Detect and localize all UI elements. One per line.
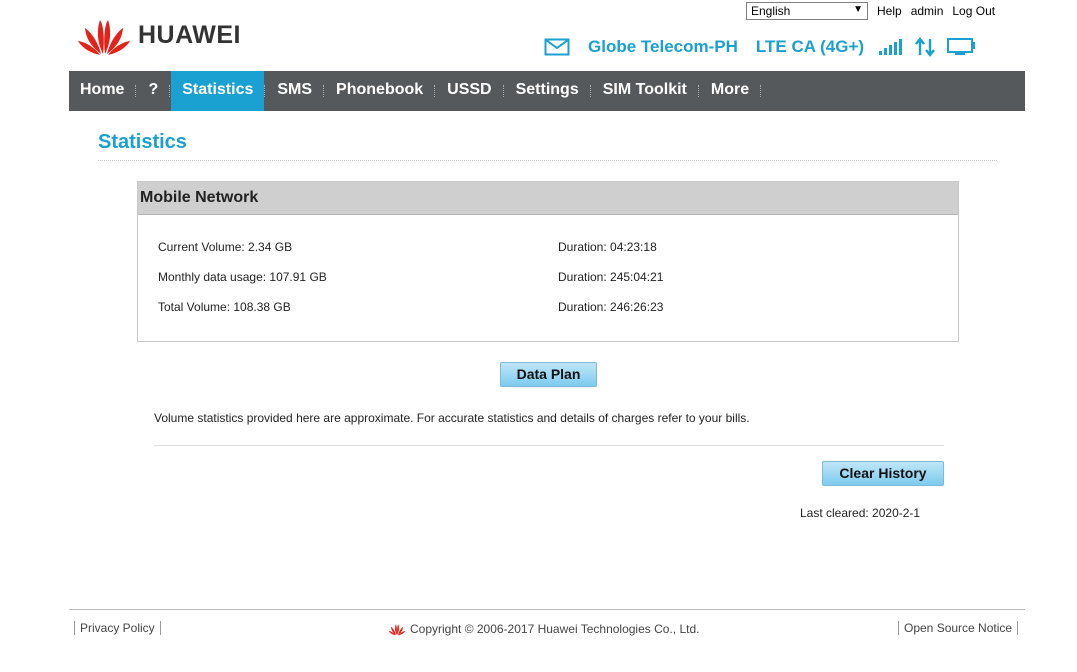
admin-link[interactable]: admin [911,4,944,18]
nav-settings[interactable]: Settings [505,71,590,111]
language-select[interactable]: English ▼ [746,2,868,20]
nav-ussd[interactable]: USSD [436,71,502,111]
clear-history-button[interactable]: Clear History [822,461,944,486]
last-cleared-text: Last cleared: 2020-2-1 [800,506,921,520]
total-duration-label: Duration: 246:26:23 [558,300,664,314]
signal-bars-icon [878,38,904,56]
copyright-text: Copyright © 2006-2017 Huawei Technologie… [410,622,700,636]
section-divider [154,445,944,446]
data-plan-button[interactable]: Data Plan [500,362,597,387]
mobile-network-panel: Mobile Network Current Volume: 2.34 GB D… [137,181,959,342]
footer-divider [69,609,1025,610]
monthly-usage-label: Monthly data usage: 107.91 GB [158,270,327,284]
huawei-logo-text: HUAWEI [138,20,241,49]
title-divider [98,160,997,161]
carrier-name: Globe Telecom-PH [588,37,738,56]
nav-home[interactable]: Home [69,71,135,111]
current-duration-label: Duration: 04:23:18 [558,240,657,254]
status-bar: Globe Telecom-PH LTE CA (4G+) [544,34,976,60]
total-volume-label: Total Volume: 108.38 GB [158,300,291,314]
page-title: Statistics [98,131,187,153]
volume-disclaimer: Volume statistics provided here are appr… [154,411,750,425]
open-source-notice-link[interactable]: Open Source Notice [898,621,1019,635]
copyright: Copyright © 2006-2017 Huawei Technologie… [388,622,699,636]
nav-phonebook[interactable]: Phonebook [325,71,434,111]
huawei-logo: HUAWEI [76,14,241,56]
mail-icon[interactable] [544,38,570,56]
network-type: LTE CA (4G+) [755,37,865,56]
current-volume-label: Current Volume: 2.34 GB [158,240,293,254]
nav-sim-toolkit[interactable]: SIM Toolkit [592,71,698,111]
nav-statistics[interactable]: Statistics [171,71,265,111]
monitor-icon[interactable] [946,37,976,57]
nav-sms[interactable]: SMS [266,71,323,111]
huawei-flower-icon [78,20,130,55]
panel-title: Mobile Network [138,182,958,215]
language-selected-value: English [751,4,791,18]
nav-more[interactable]: More [700,71,760,111]
data-transfer-icon [914,37,936,57]
chevron-down-icon: ▼ [853,4,863,15]
top-links: Help admin Log Out [877,4,1004,18]
monthly-duration-label: Duration: 245:04:21 [558,270,664,284]
main-nav: Home ? Statistics SMS Phonebook USSD Set… [69,71,1025,111]
nav-help[interactable]: ? [137,71,169,111]
logout-link[interactable]: Log Out [952,4,995,18]
privacy-policy-link[interactable]: Privacy Policy [74,621,161,635]
help-link[interactable]: Help [877,4,902,18]
huawei-flower-icon [388,624,406,636]
nav-divider [760,85,762,97]
